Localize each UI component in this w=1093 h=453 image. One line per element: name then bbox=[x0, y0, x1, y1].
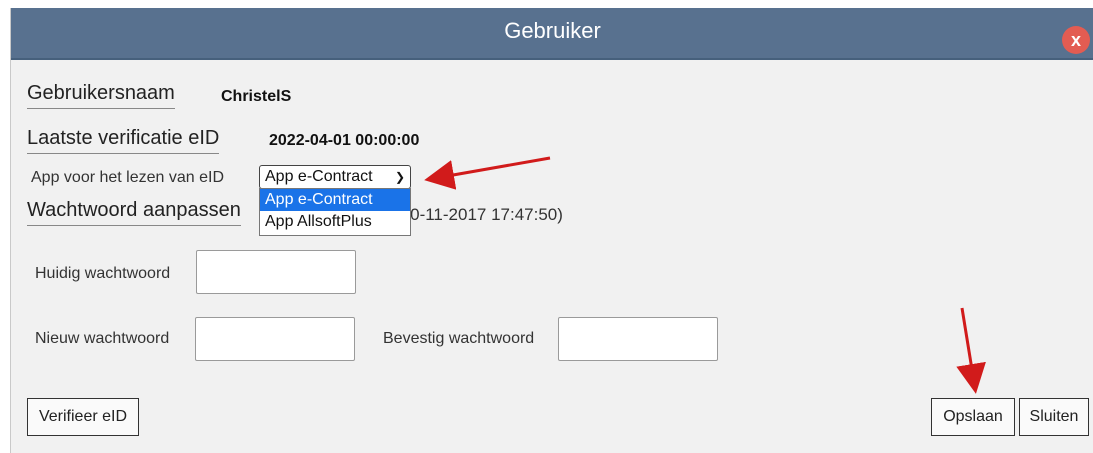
annotation-arrows bbox=[424, 156, 986, 394]
annotation-arrow-save bbox=[956, 307, 986, 394]
annotation-arrow-select bbox=[424, 156, 551, 190]
